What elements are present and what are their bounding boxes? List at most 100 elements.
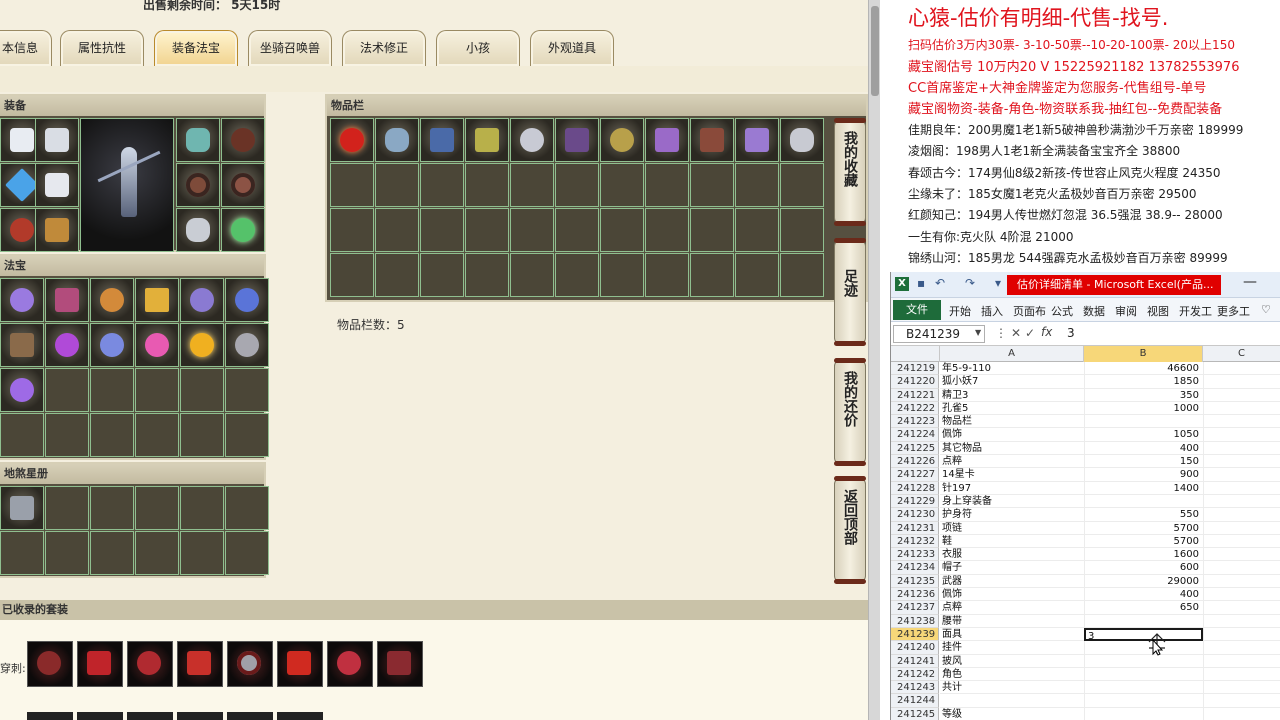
fabao-slot[interactable]	[135, 278, 179, 322]
row-number[interactable]: 241236	[891, 588, 939, 602]
row-number[interactable]: 241235	[891, 574, 939, 589]
footprint-button[interactable]: 足迹	[834, 238, 866, 346]
suit-item[interactable]	[177, 641, 223, 687]
row-number[interactable]: 241224	[891, 428, 939, 442]
row-number[interactable]: 241226	[891, 455, 939, 469]
suit-item[interactable]	[177, 712, 223, 720]
select-all-corner[interactable]	[891, 346, 940, 362]
cell-c[interactable]	[1203, 548, 1280, 562]
tab-insert[interactable]: 插入	[981, 303, 1003, 319]
suit-item[interactable]	[27, 641, 73, 687]
cell-c[interactable]	[1203, 681, 1280, 695]
inventory-slot[interactable]	[690, 118, 734, 162]
cell-b[interactable]: 1400	[1084, 481, 1203, 495]
formula-input[interactable]: 3	[1067, 326, 1075, 340]
suit-item[interactable]	[127, 641, 173, 687]
inventory-slot[interactable]	[735, 118, 779, 162]
cell-a[interactable]: 共计	[940, 681, 1084, 695]
cell-b[interactable]	[1084, 681, 1203, 695]
inventory-slot[interactable]	[375, 118, 419, 162]
fabao-slot[interactable]	[225, 323, 269, 367]
row-number[interactable]: 241233	[891, 548, 939, 562]
fabao-slot[interactable]	[90, 278, 134, 322]
cell-c[interactable]	[1203, 667, 1280, 682]
cell-b[interactable]: 550	[1084, 508, 1203, 522]
active-cell[interactable]: 3	[1084, 627, 1203, 642]
minimize-icon[interactable]: —	[1243, 274, 1257, 290]
cell-c[interactable]	[1203, 561, 1280, 575]
fx-icon[interactable]: fx	[1041, 325, 1052, 339]
inventory-slot[interactable]	[555, 118, 599, 162]
cell-c[interactable]	[1203, 455, 1280, 469]
row-number[interactable]: 241240	[891, 641, 939, 655]
inventory-slot[interactable]	[645, 118, 689, 162]
tab-developer[interactable]: 开发工	[1179, 303, 1212, 319]
row-number[interactable]: 241219	[891, 362, 939, 376]
cell-a[interactable]: 腰带	[940, 615, 1084, 628]
ribbon-toggle-icon[interactable]: ♡	[1261, 303, 1271, 316]
inventory-slot[interactable]	[510, 118, 554, 162]
cell-c[interactable]	[1203, 534, 1280, 549]
cell-a[interactable]: 衣服	[940, 548, 1084, 562]
fabao-slot[interactable]	[45, 278, 89, 322]
suit-item[interactable]	[227, 641, 273, 687]
my-favorites-button[interactable]: 我的收藏	[834, 118, 866, 226]
row-number[interactable]: 241244	[891, 694, 939, 708]
fabao-slot[interactable]	[135, 323, 179, 367]
row-number[interactable]: 241223	[891, 415, 939, 429]
star-slot[interactable]	[0, 486, 44, 530]
cell-b[interactable]: 5700	[1084, 521, 1203, 535]
row-number[interactable]: 241237	[891, 601, 939, 615]
redo-icon[interactable]: ↷	[965, 276, 975, 290]
equip-slot[interactable]	[176, 163, 220, 207]
fabao-slot[interactable]	[180, 323, 224, 367]
suit-item[interactable]	[277, 712, 323, 720]
equip-slot[interactable]	[35, 208, 79, 252]
cell-a[interactable]: 孔雀5	[940, 402, 1084, 416]
cell-b[interactable]: 400	[1084, 441, 1203, 456]
row-number[interactable]: 241238	[891, 614, 939, 628]
cell-b[interactable]: 46600	[1084, 362, 1203, 376]
back-to-top-button[interactable]: 返回顶部	[834, 476, 866, 584]
suit-item[interactable]	[77, 641, 123, 687]
name-box-dropdown-icon[interactable]: ▼	[975, 328, 981, 337]
inventory-slot[interactable]	[780, 118, 824, 162]
cell-c[interactable]	[1203, 641, 1280, 655]
row-number[interactable]: 241241	[891, 654, 939, 668]
cell-c[interactable]	[1203, 694, 1280, 708]
row-number[interactable]: 241239	[891, 627, 939, 642]
cell-a[interactable]: 佩饰	[940, 428, 1084, 442]
cell-b[interactable]: 5700	[1084, 534, 1203, 549]
cell-b[interactable]: 350	[1084, 388, 1203, 402]
row-number[interactable]: 241221	[891, 388, 939, 402]
cell-a[interactable]: 狐小妖7	[940, 375, 1084, 389]
row-number[interactable]: 241230	[891, 508, 939, 522]
tab-formulas[interactable]: 公式	[1051, 303, 1073, 319]
cell-b[interactable]	[1084, 494, 1203, 509]
cell-c[interactable]	[1203, 707, 1280, 720]
cell-c[interactable]	[1203, 481, 1280, 495]
cell-c[interactable]	[1203, 494, 1280, 509]
scrollbar-thumb[interactable]	[871, 6, 879, 96]
row-number[interactable]: 241220	[891, 375, 939, 389]
equip-slot[interactable]	[176, 118, 220, 162]
cell-b[interactable]: 1600	[1084, 548, 1203, 562]
column-header-b[interactable]: B	[1084, 346, 1203, 362]
cell-a[interactable]: 14星卡	[940, 468, 1084, 482]
fabao-slot[interactable]	[0, 323, 44, 367]
cell-b[interactable]: 400	[1084, 588, 1203, 602]
cell-b[interactable]	[1084, 667, 1203, 682]
cell-a[interactable]: 年5-9-110	[940, 362, 1084, 376]
cell-a[interactable]: 佩饰	[940, 588, 1084, 602]
cell-a[interactable]: 针197	[940, 482, 1084, 495]
fabao-slot[interactable]	[0, 368, 44, 412]
cell-b[interactable]: 900	[1084, 468, 1203, 482]
fabao-slot[interactable]	[225, 278, 269, 322]
suit-item[interactable]	[127, 712, 173, 720]
row-number[interactable]: 241234	[891, 561, 939, 575]
column-header-c[interactable]: C	[1203, 346, 1280, 362]
cell-a[interactable]: 武器	[940, 575, 1084, 589]
tab-more-tools[interactable]: 更多工	[1217, 303, 1250, 319]
cell-a[interactable]: 护身符	[940, 508, 1084, 522]
cell-b[interactable]: 150	[1084, 455, 1203, 469]
